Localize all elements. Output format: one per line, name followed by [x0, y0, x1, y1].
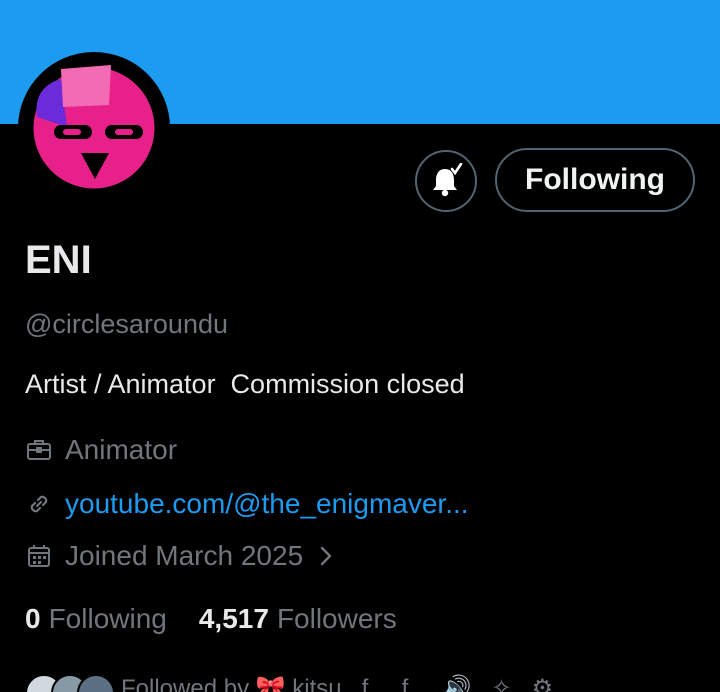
- handle: @circlesaroundu: [25, 309, 229, 339]
- joined-row[interactable]: Joined March 2025: [25, 540, 335, 572]
- followers-label: Followers: [276, 603, 397, 634]
- avatar[interactable]: [18, 52, 170, 204]
- followers-stat[interactable]: 4,517 Followers: [199, 603, 397, 635]
- briefcase-icon: [25, 436, 53, 464]
- job-row: Animator: [25, 434, 177, 466]
- following-label: Following: [48, 603, 167, 634]
- following-count: 0: [25, 603, 41, 634]
- job-label: Animator: [65, 434, 178, 465]
- notifications-button[interactable]: [415, 150, 477, 212]
- display-name: ENI: [25, 238, 92, 282]
- followers-count: 4,517: [198, 603, 269, 634]
- following-stat[interactable]: 0 Following: [25, 603, 167, 635]
- follower-avatars: [25, 674, 115, 692]
- chevron-right-icon: [317, 545, 335, 567]
- avatar-image: [23, 57, 165, 199]
- followed-by-text: Followed by 🎀 kitsu , f.. , f.. , 🔊 , ✧ …: [121, 675, 580, 692]
- link-icon: [25, 490, 53, 518]
- followed-by-row[interactable]: Followed by 🎀 kitsu , f.. , f.. , 🔊 , ✧ …: [25, 674, 580, 692]
- bio: Artist / Animator Commission closed: [25, 369, 465, 399]
- joined-label: Joined March 2025: [65, 540, 304, 571]
- website-row[interactable]: youtube.com/@the_enigmaver...: [25, 488, 469, 520]
- bell-check-icon: [433, 163, 463, 197]
- website-link[interactable]: youtube.com/@the_enigmaver...: [65, 488, 469, 520]
- follow-stats: 0 Following 4,517 Followers: [25, 603, 429, 635]
- calendar-icon: [25, 542, 53, 570]
- mini-avatar: [77, 674, 115, 692]
- following-button[interactable]: Following: [495, 148, 695, 212]
